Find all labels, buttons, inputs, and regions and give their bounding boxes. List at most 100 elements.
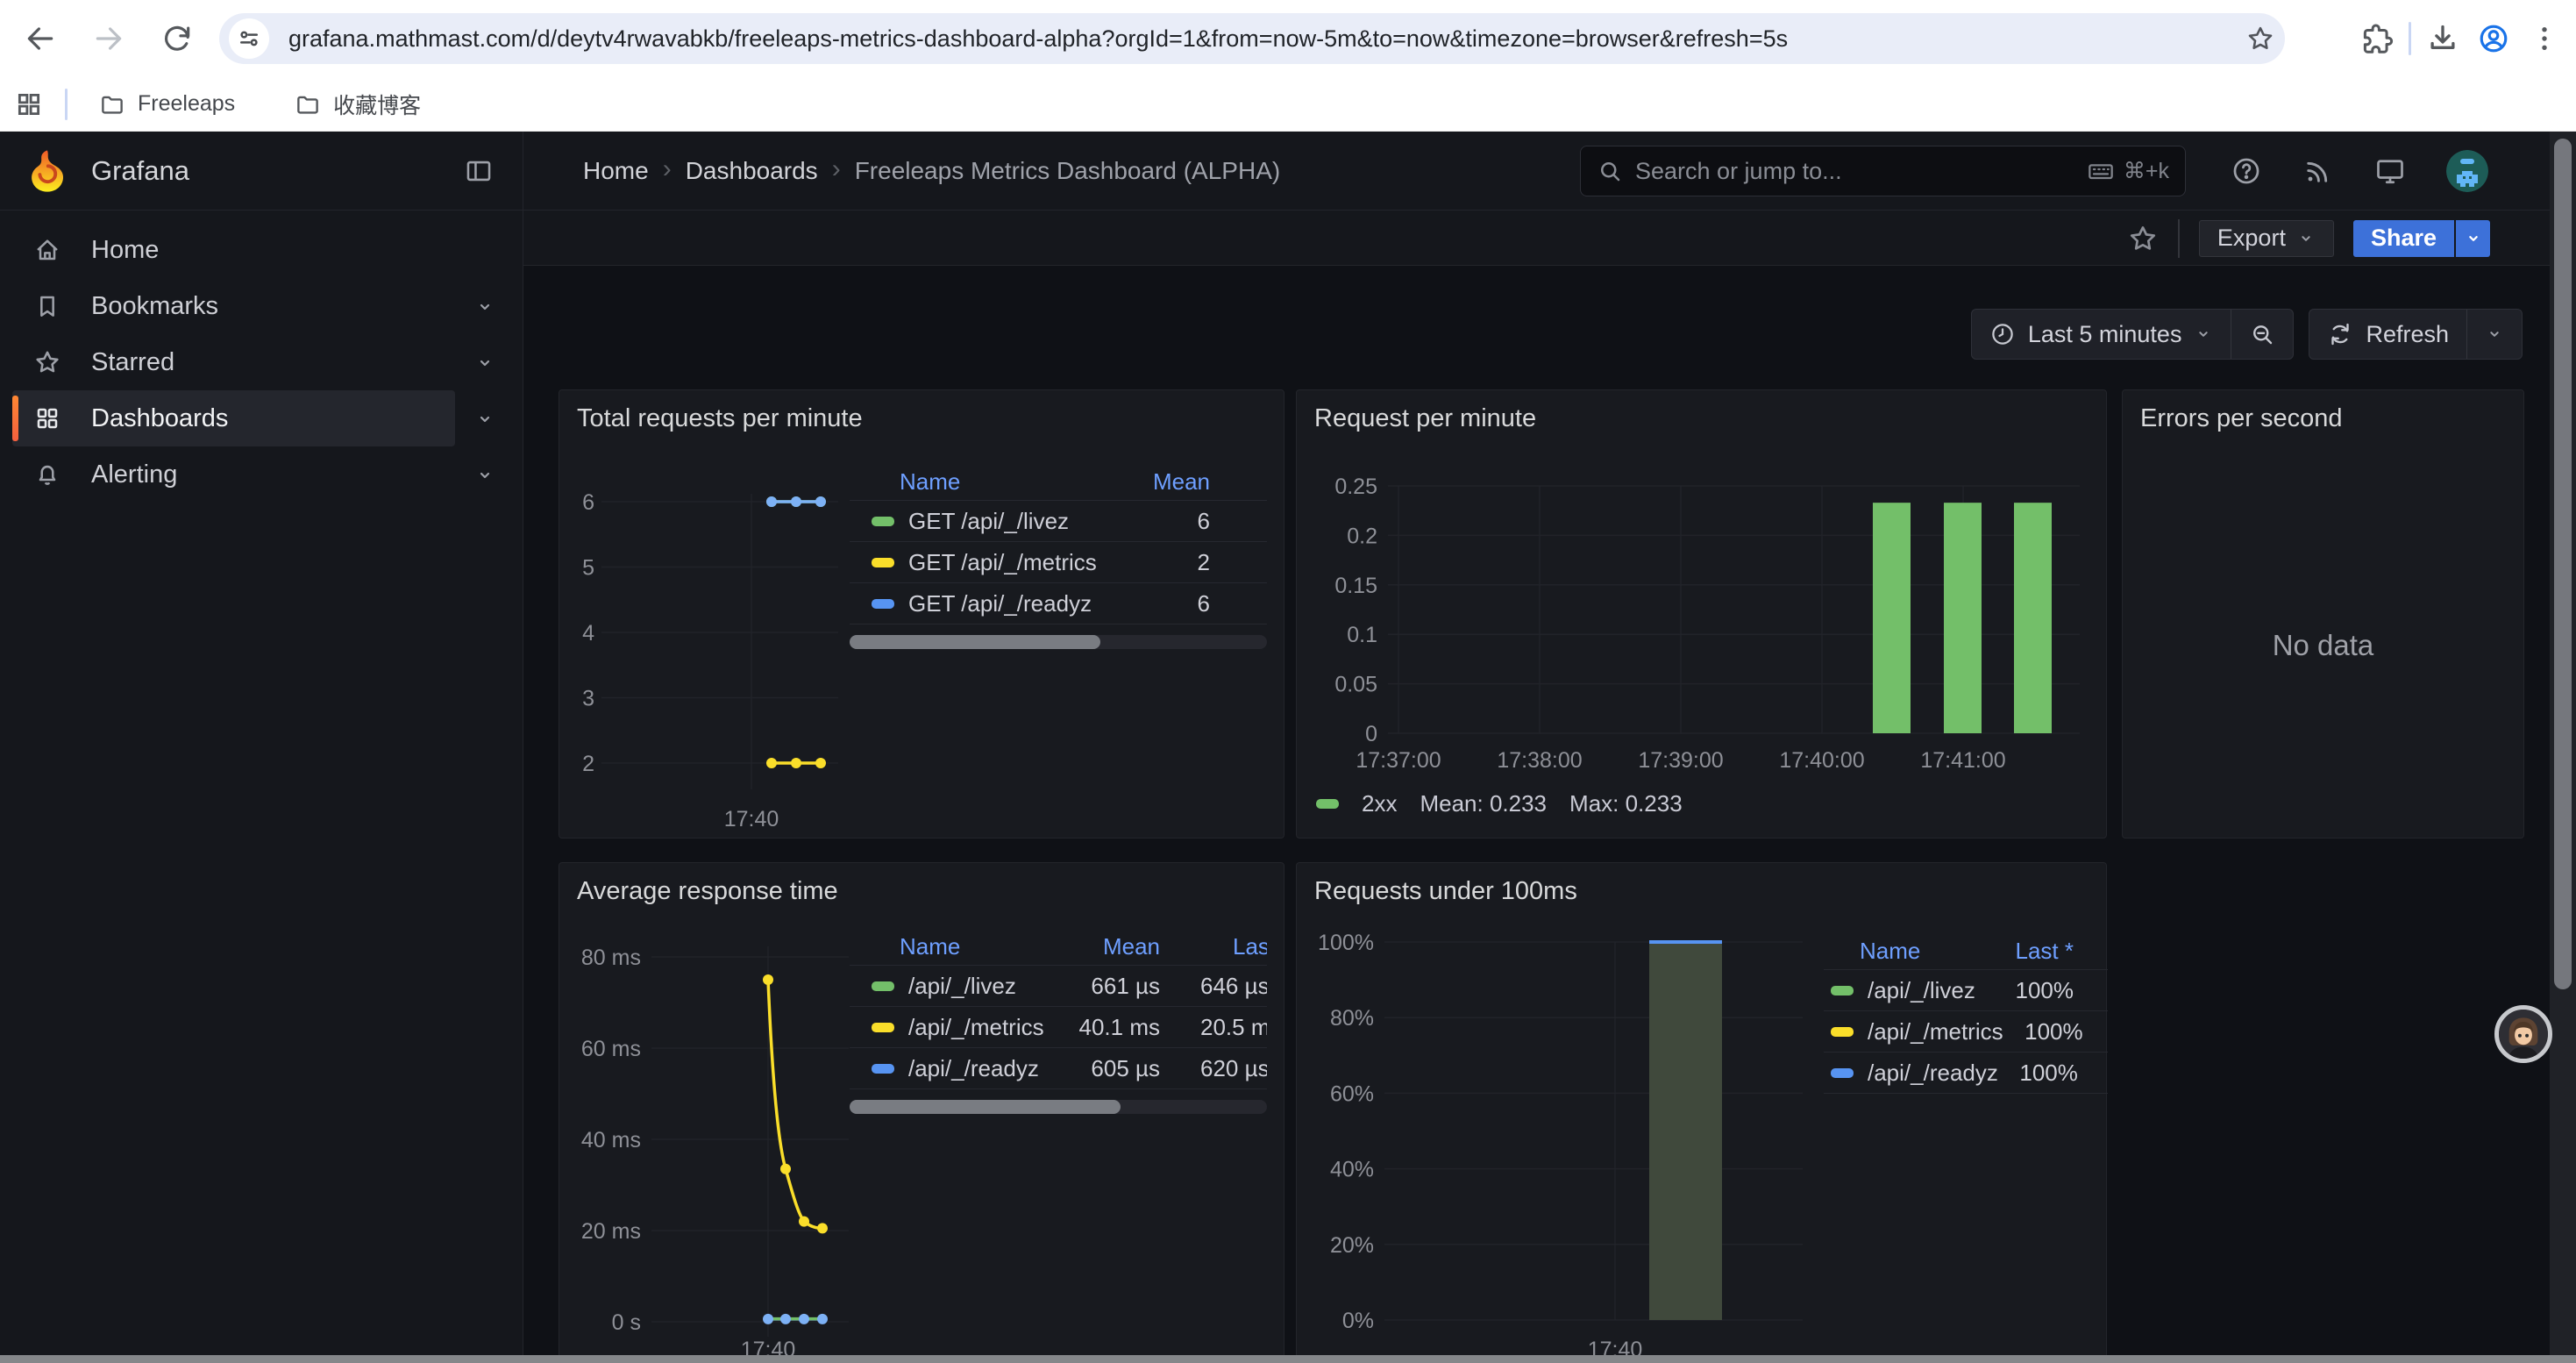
legend-col-name[interactable]: Name (850, 468, 1114, 496)
zoom-out-time-button[interactable] (2231, 310, 2293, 359)
bookmark-folder-freeleaps[interactable]: Freeleaps (80, 84, 254, 125)
svg-text:0: 0 (1365, 722, 1377, 746)
refresh-interval-button[interactable] (2466, 310, 2522, 359)
panel-title: Errors per second (2140, 404, 2343, 433)
news-rss-icon[interactable] (2302, 155, 2334, 187)
legend-row[interactable]: /api/_/metrics 40.1 ms 20.5 ms (850, 1007, 1267, 1048)
panel-request-per-minute[interactable]: Request per minute 17:37:0017:38:0017:39… (1296, 389, 2107, 838)
legend-col-mean[interactable]: Mean (1035, 933, 1160, 960)
legend-row[interactable]: GET /api/_/readyz 6 (850, 583, 1267, 624)
time-range-picker[interactable]: Last 5 minutes (1972, 310, 2231, 359)
user-avatar[interactable] (2446, 150, 2488, 192)
zoom-out-icon (2249, 321, 2275, 347)
panel-requests-under-100ms[interactable]: Requests under 100ms 100%80%60%40%20%0%1… (1296, 862, 2107, 1363)
chevron-down-icon[interactable] (474, 296, 495, 318)
sidebar-item-home[interactable]: Home (12, 222, 455, 278)
profile-button[interactable] (2474, 19, 2513, 58)
svg-text:0.2: 0.2 (1347, 524, 1377, 548)
legend-row[interactable]: GET /api/_/livez 6 (850, 501, 1267, 542)
sidebar-item-starred[interactable]: Starred (12, 334, 455, 390)
share-menu-button[interactable] (2456, 220, 2490, 257)
collapse-sidebar-button[interactable] (461, 153, 496, 189)
site-settings-button[interactable] (229, 18, 269, 59)
sidebar-item-alerting[interactable]: Alerting (12, 446, 455, 503)
reload-icon (160, 22, 194, 55)
panel-total-requests-per-minute[interactable]: Total requests per minute 6543217:40 Nam… (559, 389, 1284, 838)
svg-text:0.15: 0.15 (1334, 574, 1377, 598)
scrollbar-thumb[interactable] (850, 1100, 1121, 1114)
clock-icon (1989, 321, 2016, 347)
page-scrollbar-horizontal[interactable] (0, 1355, 2576, 1363)
monitor-icon[interactable] (2374, 155, 2406, 187)
assistant-avatar-widget[interactable] (2494, 1005, 2552, 1063)
legend-row[interactable]: /api/_/metrics 100% (1824, 1011, 2108, 1053)
grafana-app: Grafana Home Bookmarks Starred (0, 132, 2576, 1363)
legend-table: Name Mean Last * /api/_/livez 661 µs 646… (850, 929, 1267, 1114)
reload-button[interactable] (158, 19, 196, 58)
legend-col-last[interactable]: Last * (1994, 938, 2108, 965)
star-icon (33, 348, 61, 376)
breadcrumb-dashboards[interactable]: Dashboards (686, 157, 818, 185)
legend-row[interactable]: /api/_/livez 100% (1824, 970, 2108, 1011)
favorite-dashboard-button[interactable] (2127, 223, 2159, 254)
collapse-sidebar-icon (464, 156, 494, 186)
legend-col-name[interactable]: Name (850, 933, 1035, 960)
sidebar: Grafana Home Bookmarks Starred (0, 132, 523, 1363)
breadcrumb-separator: › (663, 154, 672, 188)
svg-text:0%: 0% (1342, 1309, 1374, 1333)
page-scrollbar-vertical[interactable] (2550, 132, 2576, 1363)
svg-text:17:41:00: 17:41:00 (1920, 748, 2005, 773)
svg-text:100%: 100% (1318, 931, 1374, 955)
legend-col-name[interactable]: Name (1824, 938, 1994, 965)
share-button[interactable]: Share (2353, 220, 2454, 257)
sidebar-item-bookmarks[interactable]: Bookmarks (12, 278, 455, 334)
chevron-down-icon[interactable] (474, 465, 495, 486)
bookmark-folder-blogs[interactable]: 收藏博客 (275, 82, 440, 127)
kebab-menu-icon (2528, 22, 2561, 55)
legend-row[interactable]: /api/_/livez 661 µs 646 µs (850, 966, 1267, 1007)
legend-scrollbar[interactable] (850, 635, 1267, 649)
series-name: /api/_/metrics (908, 1014, 1044, 1041)
forward-button[interactable] (89, 19, 128, 58)
chevron-down-icon[interactable] (474, 409, 495, 430)
legend-row[interactable]: GET /api/_/metrics 2 (850, 542, 1267, 583)
share-split-button: Share (2353, 220, 2490, 257)
legend-row[interactable]: /api/_/readyz 100% (1824, 1053, 2108, 1094)
bookmark-star-button[interactable] (2236, 24, 2285, 54)
search-input[interactable]: Search or jump to... ⌘+k (1580, 146, 2186, 196)
series-name: /api/_/livez (908, 973, 1016, 1000)
legend-col-mean[interactable]: Mean (1114, 468, 1267, 496)
toolbar-separator (2178, 219, 2180, 258)
panel-average-response-time[interactable]: Average response time 80 ms60 ms40 ms20 … (559, 862, 1284, 1363)
help-icon[interactable] (2231, 155, 2262, 187)
series-mean: Mean: 0.233 (1420, 790, 1547, 817)
extensions-icon (2360, 22, 2394, 55)
sidebar-item-label: Alerting (91, 460, 177, 489)
extensions-button[interactable] (2358, 19, 2396, 58)
sidebar-brand-row: Grafana (0, 132, 523, 211)
back-button[interactable] (21, 19, 60, 58)
svg-text:40 ms: 40 ms (581, 1128, 641, 1152)
series-last: 100% (1994, 977, 2108, 1004)
scrollbar-thumb[interactable] (2554, 139, 2572, 989)
sidebar-item-label: Dashboards (91, 404, 228, 433)
refresh-button[interactable]: Refresh (2309, 310, 2466, 359)
address-bar[interactable]: grafana.mathmast.com/d/deytv4rwavabkb/fr… (219, 13, 2285, 64)
browser-actions (2358, 0, 2564, 77)
scrollbar-thumb[interactable] (850, 635, 1100, 649)
export-button[interactable]: Export (2199, 220, 2334, 257)
legend-col-last[interactable]: Last * (1160, 933, 1267, 960)
panel-errors-per-second[interactable]: Errors per second No data (2122, 389, 2524, 838)
series-mean: 661 µs (1035, 973, 1160, 1000)
downloads-button[interactable] (2423, 19, 2462, 58)
bookmark-label: 收藏博客 (333, 89, 421, 120)
legend-line[interactable]: 2xx Mean: 0.233 Max: 0.233 (1316, 790, 1683, 817)
menu-button[interactable] (2525, 19, 2564, 58)
breadcrumb-home[interactable]: Home (583, 157, 649, 185)
legend-scrollbar[interactable] (850, 1100, 1267, 1114)
breadcrumb-separator: › (832, 154, 841, 188)
chevron-down-icon[interactable] (474, 353, 495, 374)
legend-row[interactable]: /api/_/readyz 605 µs 620 µs (850, 1048, 1267, 1089)
apps-button[interactable] (0, 89, 58, 119)
sidebar-item-dashboards[interactable]: Dashboards (12, 390, 455, 446)
